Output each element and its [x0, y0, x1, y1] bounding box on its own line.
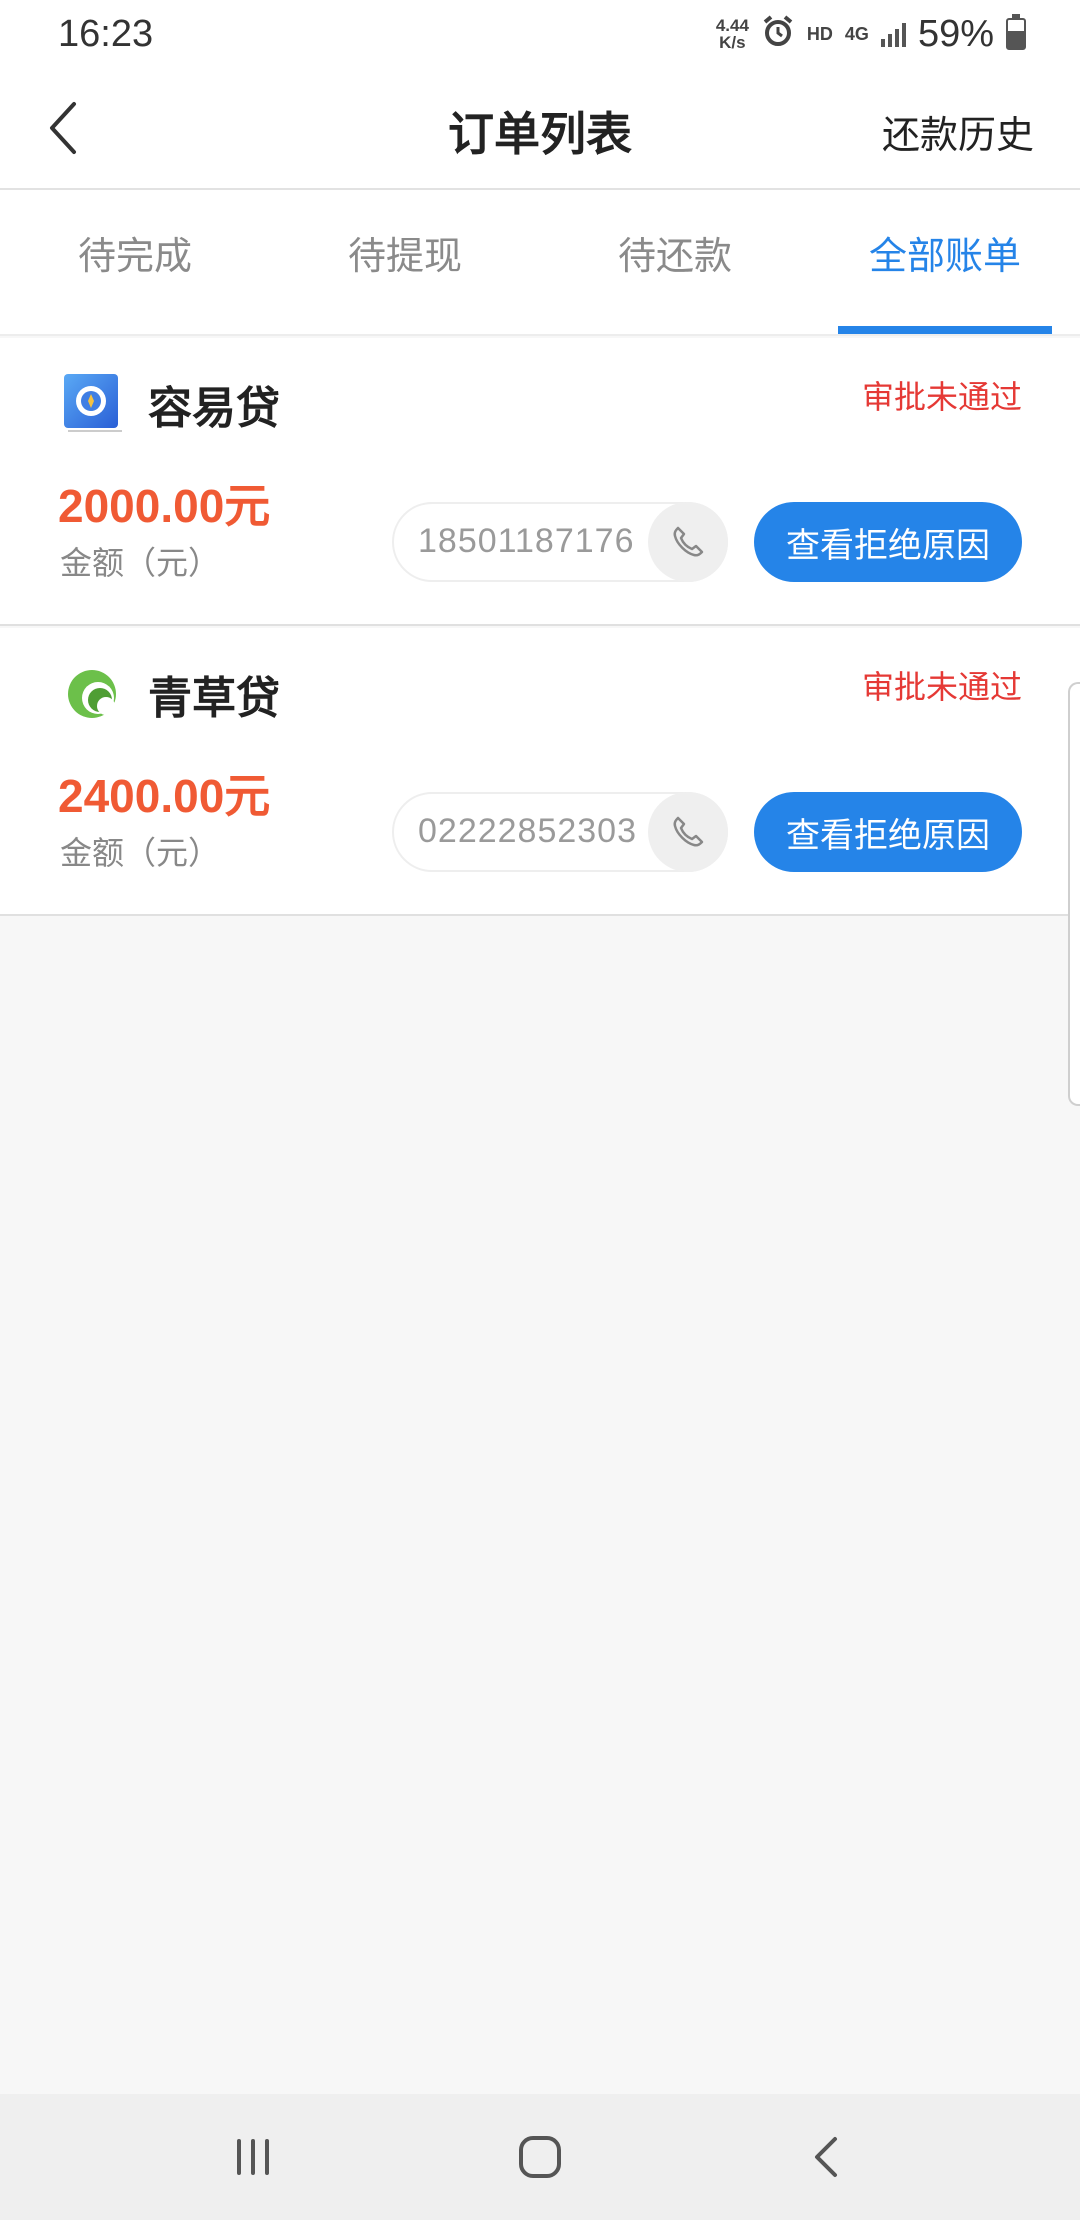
- tab-all-bills-label: 全部账单: [868, 233, 1021, 278]
- network-speed-value: 4.44: [715, 16, 749, 35]
- phone-icon: [673, 526, 704, 557]
- network-speed: 4.44 K/s: [716, 17, 749, 51]
- loan-amount: 2000.00元: [58, 480, 271, 532]
- tab-pending-withdraw[interactable]: 待提现: [270, 190, 540, 334]
- home-button[interactable]: [490, 2117, 590, 2197]
- home-icon: [518, 2136, 561, 2178]
- order-tabs: 待完成 待提现 待还款 全部账单: [0, 190, 1080, 336]
- lender-name: 青草贷: [148, 673, 280, 724]
- order-card: 青草贷 审批未通过 2400.00元 金额（元） 02222852303 查看拒…: [0, 628, 1080, 916]
- order-list-screen: 16:23 4.44 K/s HD 4G 59% 订单列表 还款历史 待完成 待…: [0, 0, 1080, 2220]
- tab-all-bills[interactable]: 全部账单: [810, 190, 1080, 334]
- chevron-left-icon: [50, 102, 76, 154]
- rongyidai-logo-icon: [62, 372, 122, 432]
- battery-percent: 59%: [917, 12, 994, 55]
- network-speed-unit: K/s: [719, 33, 746, 52]
- status-time: 16:23: [58, 12, 154, 55]
- tab-pending-complete[interactable]: 待完成: [0, 190, 270, 334]
- hd-label: HD: [806, 23, 833, 44]
- recent-apps-icon: [237, 2139, 270, 2175]
- loan-amount-label: 金额（元）: [60, 834, 221, 872]
- back-button[interactable]: [40, 96, 96, 160]
- phone-contact: 18501187176: [392, 502, 728, 582]
- status-indicators: 4.44 K/s HD 4G 59%: [716, 13, 1026, 56]
- call-button[interactable]: [648, 792, 728, 872]
- back-icon: [814, 2137, 837, 2177]
- phone-contact: 02222852303: [392, 792, 728, 872]
- qingcaodai-logo-icon: [62, 662, 122, 722]
- repayment-history-link[interactable]: 还款历史: [882, 104, 1034, 159]
- signal-icon: [880, 21, 906, 47]
- battery-icon: [1006, 14, 1026, 50]
- edge-panel-handle[interactable]: [1068, 682, 1080, 1106]
- tab-pending-repay[interactable]: 待还款: [540, 190, 810, 334]
- loan-amount: 2400.00元: [58, 770, 271, 822]
- approval-status: 审批未通过: [861, 668, 1022, 706]
- nav-back-button[interactable]: [777, 2117, 877, 2197]
- view-rejection-reason-button[interactable]: 查看拒绝原因: [754, 792, 1022, 872]
- network-type-label: 4G: [844, 23, 869, 44]
- phone-number: 18501187176: [418, 522, 635, 560]
- view-rejection-reason-button[interactable]: 查看拒绝原因: [754, 502, 1022, 582]
- status-bar: 16:23 4.44 K/s HD 4G 59%: [0, 0, 1080, 68]
- call-button[interactable]: [648, 502, 728, 582]
- alarm-icon: [761, 14, 795, 54]
- active-tab-indicator: [838, 326, 1052, 334]
- phone-number: 02222852303: [418, 812, 638, 850]
- phone-icon: [673, 816, 704, 847]
- lender-name: 容易贷: [148, 383, 280, 434]
- loan-amount-label: 金额（元）: [60, 544, 221, 582]
- app-header: 订单列表 还款历史: [0, 68, 1080, 190]
- order-card: 容易贷 审批未通过 2000.00元 金额（元） 18501187176 查看拒…: [0, 338, 1080, 626]
- battery-level-fill: [1008, 31, 1024, 48]
- approval-status: 审批未通过: [861, 378, 1022, 416]
- system-nav-bar: [0, 2094, 1080, 2220]
- recent-apps-button[interactable]: [203, 2117, 303, 2197]
